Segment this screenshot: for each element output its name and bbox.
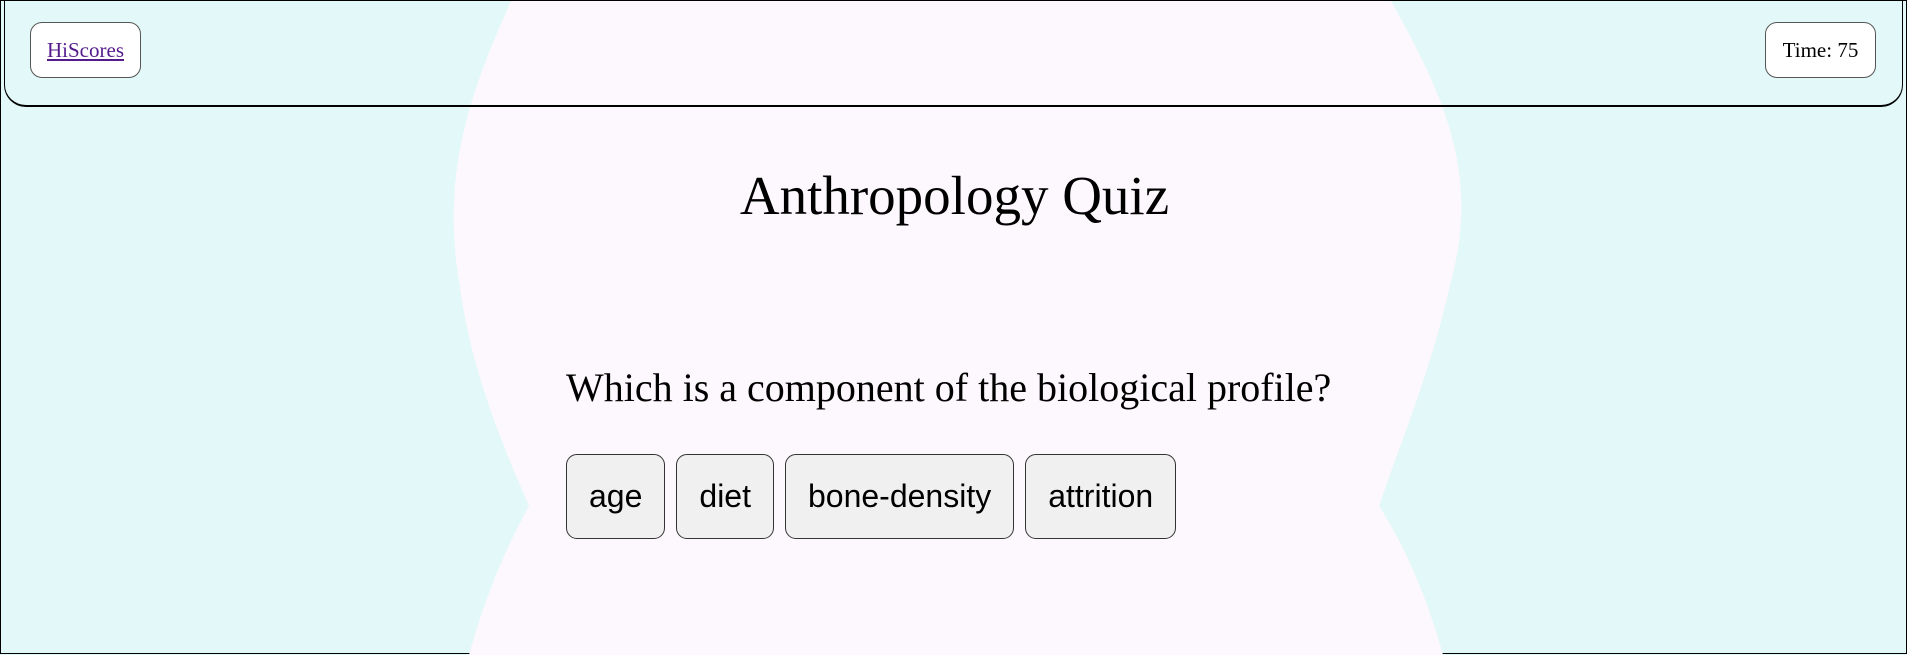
question-text: Which is a component of the biological p… [566,365,1332,410]
timer-display: Time: 75 [1765,22,1876,78]
quiz-title: Anthropology Quiz [739,165,1170,226]
answer-button-diet[interactable]: diet [676,454,774,539]
answer-button-bone-density[interactable]: bone-density [784,454,1015,539]
answer-options: age diet bone-density attrition [566,454,1177,539]
hiscores-link[interactable]: HiScores [30,22,141,78]
answer-button-attrition[interactable]: attrition [1025,454,1177,539]
answer-button-age[interactable]: age [566,454,666,539]
top-bar [4,1,1903,107]
